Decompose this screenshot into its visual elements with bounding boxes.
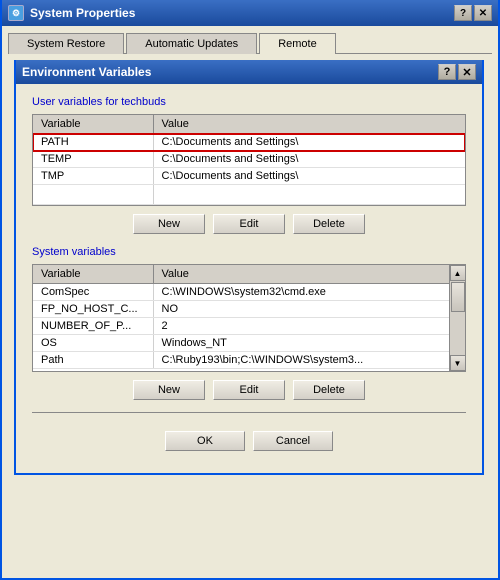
table-row[interactable]: FP_NO_HOST_C... NO bbox=[33, 301, 449, 318]
table-row[interactable]: PATH C:\Documents and Settings\ bbox=[33, 134, 465, 151]
user-row-value: C:\Documents and Settings\ bbox=[153, 168, 465, 185]
bottom-buttons-row: OK Cancel bbox=[32, 423, 466, 461]
dialog-titlebar: Environment Variables ? ✕ bbox=[16, 60, 482, 84]
user-buttons-row: New Edit Delete bbox=[32, 214, 466, 234]
system-section-label: System variables bbox=[32, 246, 466, 258]
user-row-value: C:\Documents and Settings\ bbox=[153, 151, 465, 168]
user-new-button[interactable]: New bbox=[133, 214, 205, 234]
dialog-title: Environment Variables bbox=[22, 65, 151, 79]
user-row-variable: TMP bbox=[33, 168, 153, 185]
table-row[interactable]: Path C:\Ruby193\bin;C:\WINDOWS\system3..… bbox=[33, 352, 449, 369]
sys-row-variable: Path bbox=[33, 352, 153, 369]
sys-row-variable: NUMBER_OF_P... bbox=[33, 318, 153, 335]
sys-row-variable: FP_NO_HOST_C... bbox=[33, 301, 153, 318]
sys-row-value: Windows_NT bbox=[153, 335, 449, 352]
user-col-variable: Variable bbox=[33, 115, 153, 134]
sys-row-value: 2 bbox=[153, 318, 449, 335]
scroll-down-button[interactable]: ▼ bbox=[450, 355, 466, 371]
user-variables-table-container: Variable Value PATH C:\Documents and Set… bbox=[32, 114, 466, 206]
system-table-scroll: Variable Value ComSpec C:\WINDOWS\system… bbox=[33, 265, 449, 371]
sys-row-value: C:\Ruby193\bin;C:\WINDOWS\system3... bbox=[153, 352, 449, 369]
sys-col-variable: Variable bbox=[33, 265, 153, 284]
dialog-body: User variables for techbuds Variable Val… bbox=[16, 84, 482, 473]
user-section-label: User variables for techbuds bbox=[32, 96, 466, 108]
sys-row-variable: OS bbox=[33, 335, 153, 352]
cancel-button[interactable]: Cancel bbox=[253, 431, 333, 451]
tab-automatic-updates[interactable]: Automatic Updates bbox=[126, 33, 257, 54]
outer-titlebar: ⚙ System Properties ? ✕ bbox=[2, 0, 498, 26]
table-row-empty bbox=[33, 185, 465, 205]
tab-system-restore[interactable]: System Restore bbox=[8, 33, 124, 54]
user-variables-table: Variable Value PATH C:\Documents and Set… bbox=[33, 115, 465, 205]
help-button-dialog[interactable]: ? bbox=[438, 64, 456, 80]
scroll-thumb[interactable] bbox=[451, 282, 465, 312]
ok-button[interactable]: OK bbox=[165, 431, 245, 451]
sys-row-variable: ComSpec bbox=[33, 284, 153, 301]
sys-row-value: C:\WINDOWS\system32\cmd.exe bbox=[153, 284, 449, 301]
user-col-value: Value bbox=[153, 115, 465, 134]
system-edit-button[interactable]: Edit bbox=[213, 380, 285, 400]
tab-remote[interactable]: Remote bbox=[259, 33, 336, 54]
sys-col-value: Value bbox=[153, 265, 449, 284]
system-new-button[interactable]: New bbox=[133, 380, 205, 400]
close-button-dialog[interactable]: ✕ bbox=[458, 64, 476, 80]
system-delete-button[interactable]: Delete bbox=[293, 380, 365, 400]
table-row[interactable]: TEMP C:\Documents and Settings\ bbox=[33, 151, 465, 168]
table-row[interactable]: OS Windows_NT bbox=[33, 335, 449, 352]
table-row[interactable]: NUMBER_OF_P... 2 bbox=[33, 318, 449, 335]
system-buttons-row: New Edit Delete bbox=[32, 380, 466, 400]
table-row[interactable]: TMP C:\Documents and Settings\ bbox=[33, 168, 465, 185]
sys-row-value: NO bbox=[153, 301, 449, 318]
system-variables-table-container: Variable Value ComSpec C:\WINDOWS\system… bbox=[32, 264, 466, 372]
outer-window-title: System Properties bbox=[30, 6, 135, 20]
help-button-outer[interactable]: ? bbox=[454, 5, 472, 21]
scroll-up-button[interactable]: ▲ bbox=[450, 265, 466, 281]
outer-titlebar-buttons: ? ✕ bbox=[454, 5, 492, 21]
table-row[interactable]: ComSpec C:\WINDOWS\system32\cmd.exe bbox=[33, 284, 449, 301]
system-variables-table: Variable Value ComSpec C:\WINDOWS\system… bbox=[33, 265, 449, 369]
dialog-titlebar-buttons: ? ✕ bbox=[438, 64, 476, 80]
system-table-scrollbar[interactable]: ▲ ▼ bbox=[449, 265, 465, 371]
environment-variables-dialog: Environment Variables ? ✕ User variables… bbox=[14, 60, 484, 475]
window-icon: ⚙ bbox=[8, 5, 24, 21]
user-edit-button[interactable]: Edit bbox=[213, 214, 285, 234]
user-row-variable: PATH bbox=[33, 134, 153, 151]
user-row-variable: TEMP bbox=[33, 151, 153, 168]
user-delete-button[interactable]: Delete bbox=[293, 214, 365, 234]
user-row-value: C:\Documents and Settings\ bbox=[153, 134, 465, 151]
system-properties-window: ⚙ System Properties ? ✕ System Restore A… bbox=[0, 0, 500, 580]
divider bbox=[32, 412, 466, 413]
tabs-area: System Restore Automatic Updates Remote bbox=[2, 26, 498, 53]
close-button-outer[interactable]: ✕ bbox=[474, 5, 492, 21]
